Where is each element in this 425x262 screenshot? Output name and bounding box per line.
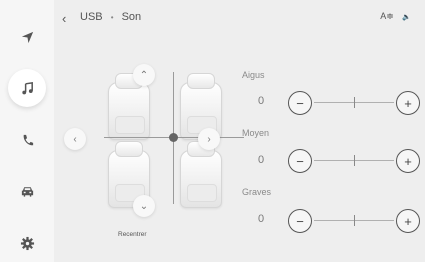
fader-rear-button[interactable]: ⌄ bbox=[133, 195, 155, 217]
seat-rear-right bbox=[180, 141, 222, 208]
breadcrumb-page: Son bbox=[121, 11, 142, 24]
treble-plus-button[interactable]: + bbox=[396, 91, 420, 115]
car-icon bbox=[21, 186, 33, 197]
display-settings[interactable]: A≑ 🔈 bbox=[380, 11, 411, 22]
balance-left-button[interactable]: ‹ bbox=[64, 128, 86, 150]
breadcrumb-source: USB bbox=[80, 11, 103, 24]
sound-panel: ‹ USB • Son A≑ 🔈 ⌃ ⌄ ‹ › Recentrer Aigus… bbox=[54, 0, 425, 262]
mid-plus-button[interactable]: + bbox=[396, 149, 420, 173]
bass-plus-button[interactable]: + bbox=[396, 209, 420, 233]
treble-label: Aigus bbox=[242, 70, 265, 80]
balance-fader-map[interactable] bbox=[84, 70, 264, 220]
navigation-icon bbox=[21, 31, 33, 43]
music-button[interactable] bbox=[8, 69, 46, 107]
chevron-down-icon: ⌄ bbox=[139, 200, 149, 212]
bass-center-tick bbox=[354, 215, 355, 226]
phone-button[interactable] bbox=[8, 121, 46, 159]
navigation-button[interactable] bbox=[8, 18, 46, 56]
bass-track[interactable] bbox=[314, 215, 394, 226]
settings-button[interactable] bbox=[8, 224, 46, 262]
mid-track[interactable] bbox=[314, 155, 394, 166]
mid-center-tick bbox=[354, 155, 355, 166]
treble-slider[interactable]: − + bbox=[288, 91, 420, 115]
seat-front-left bbox=[108, 73, 150, 140]
treble-track[interactable] bbox=[314, 97, 394, 108]
balance-right-button[interactable]: › bbox=[198, 128, 220, 150]
mid-minus-button[interactable]: − bbox=[288, 149, 312, 173]
music-icon bbox=[21, 81, 33, 94]
treble-value: 0 bbox=[258, 95, 265, 107]
mid-slider[interactable]: − + bbox=[288, 149, 420, 173]
recenter-button[interactable]: Recentrer bbox=[118, 231, 147, 238]
breadcrumb: USB • Son bbox=[80, 11, 141, 23]
back-icon[interactable]: ‹ bbox=[62, 11, 66, 26]
bass-slider[interactable]: − + bbox=[288, 209, 420, 233]
phone-icon bbox=[23, 134, 33, 145]
sidebar bbox=[0, 0, 54, 262]
topbar: ‹ USB • Son A≑ 🔈 bbox=[54, 0, 425, 36]
volume-icon[interactable]: 🔈 bbox=[402, 14, 411, 21]
treble-center-tick bbox=[354, 97, 355, 108]
bass-minus-button[interactable]: − bbox=[288, 209, 312, 233]
balance-position-dot[interactable] bbox=[169, 133, 178, 142]
chevron-right-icon: › bbox=[207, 133, 211, 145]
text-size-icon[interactable]: A≑ bbox=[380, 11, 394, 21]
settings-icon bbox=[20, 236, 34, 250]
chevron-left-icon: ‹ bbox=[73, 133, 77, 145]
treble-minus-button[interactable]: − bbox=[288, 91, 312, 115]
chevron-up-icon: ⌃ bbox=[139, 69, 149, 81]
fader-front-button[interactable]: ⌃ bbox=[133, 64, 155, 86]
mid-value: 0 bbox=[258, 154, 265, 166]
bass-value: 0 bbox=[258, 213, 265, 225]
breadcrumb-separator: • bbox=[110, 12, 114, 22]
car-button[interactable] bbox=[8, 172, 46, 210]
mid-label: Moyen bbox=[242, 128, 270, 138]
bass-label: Graves bbox=[242, 187, 272, 197]
